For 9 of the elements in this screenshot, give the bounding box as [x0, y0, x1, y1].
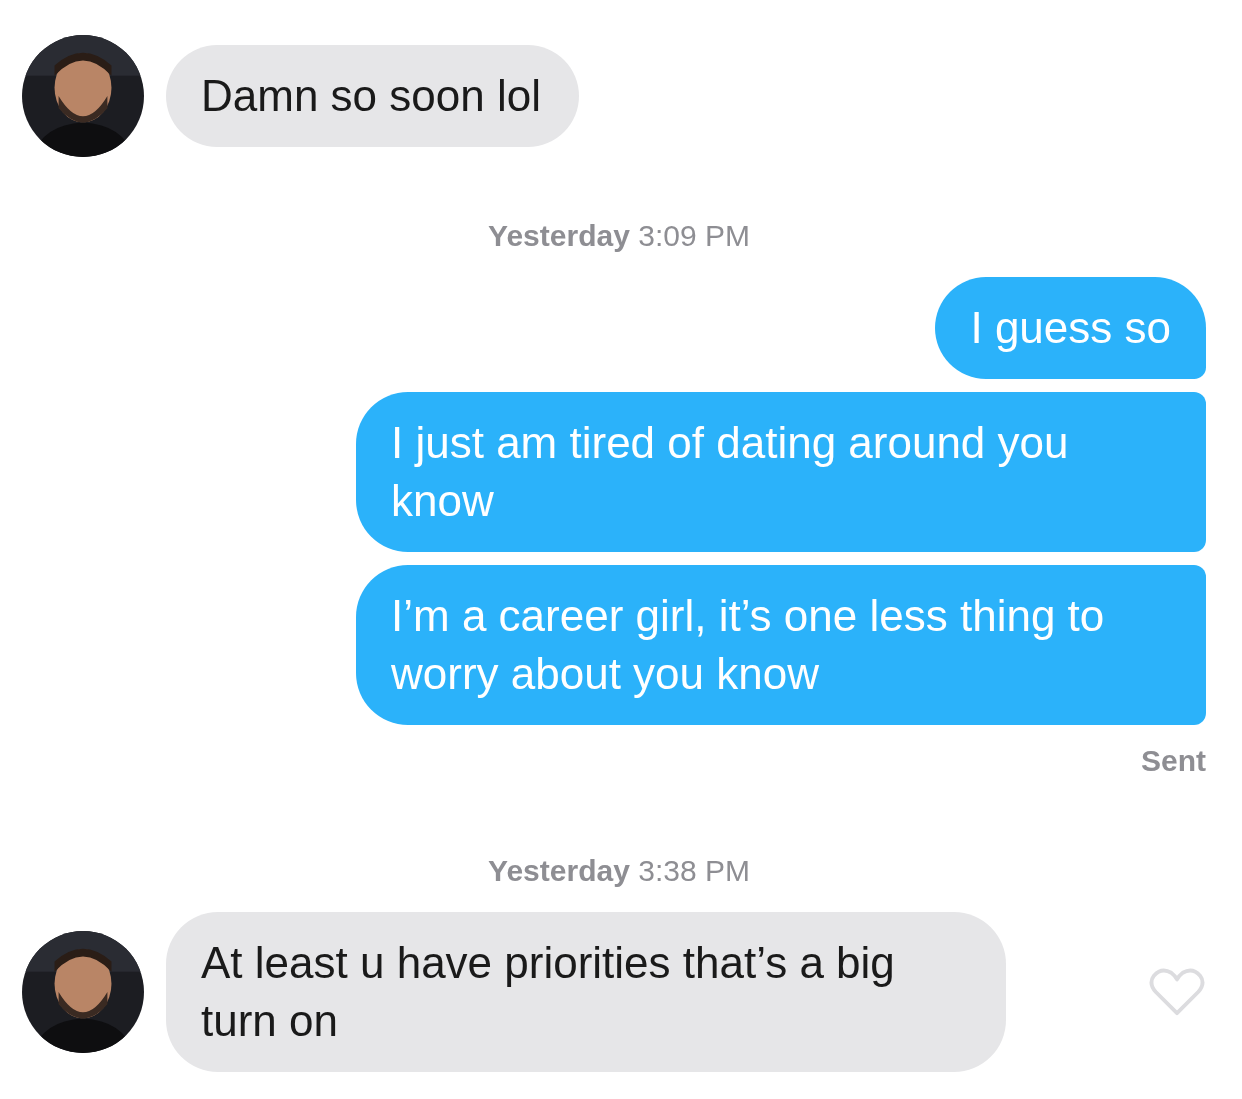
timestamp: Yesterday 3:09 PM	[488, 219, 750, 253]
message-bubble: Damn so soon lol	[166, 45, 579, 147]
message-bubble: I just am tired of dating around you know	[356, 392, 1206, 552]
message-bubble: I’m a career girl, it’s one less thing to worry about you know	[356, 565, 1206, 725]
heart-icon[interactable]	[1148, 967, 1206, 1017]
message-bubble: I guess so	[935, 277, 1206, 379]
message-bubble: At least u have priorities that’s a big turn on	[166, 912, 1006, 1072]
timestamp: Yesterday 3:38 PM	[488, 854, 750, 888]
delivery-status: Sent	[1141, 744, 1206, 778]
